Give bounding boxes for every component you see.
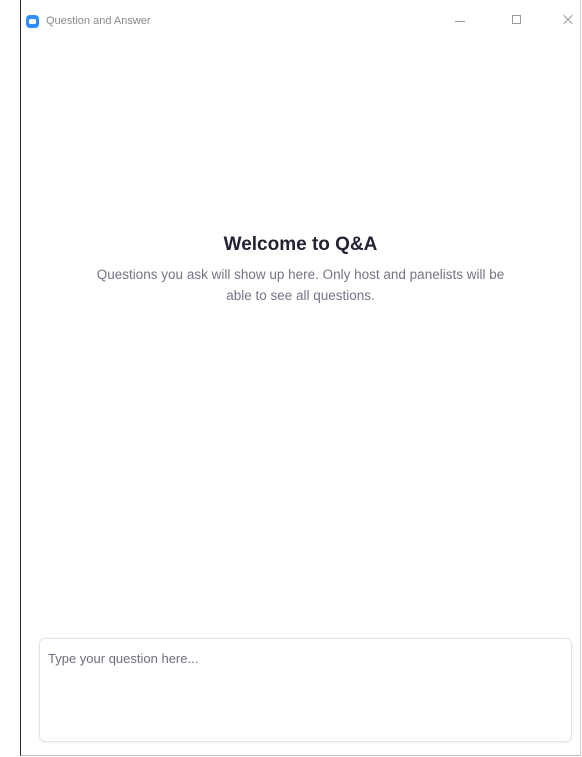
welcome-message: Welcome to Q&A Questions you ask will sh… [21, 233, 580, 306]
zoom-app-icon [26, 15, 39, 28]
maximize-icon[interactable] [502, 8, 532, 32]
minimize-icon[interactable] [445, 8, 475, 32]
close-icon[interactable] [553, 8, 582, 32]
question-input-box [39, 638, 572, 742]
question-input[interactable] [40, 639, 571, 741]
qa-window: Question and Answer Welcome to Q&A Quest… [20, 0, 581, 756]
screenshot-canvas: Question and Answer Welcome to Q&A Quest… [0, 0, 582, 757]
title-bar[interactable]: Question and Answer [21, 0, 580, 40]
welcome-description: Questions you ask will show up here. Onl… [96, 267, 505, 303]
window-title: Question and Answer [46, 15, 151, 27]
welcome-title: Welcome to Q&A [223, 234, 378, 255]
